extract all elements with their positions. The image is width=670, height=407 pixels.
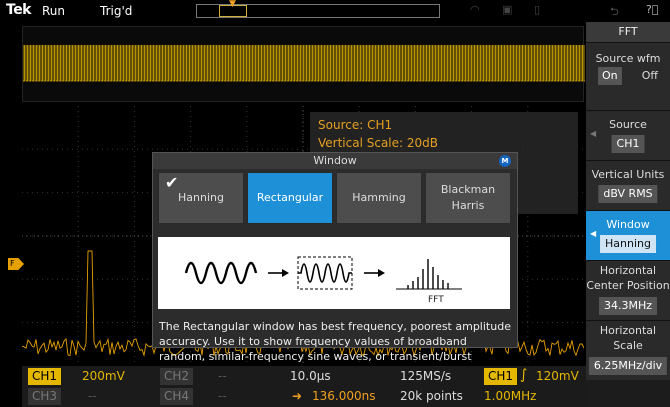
option-label: Hamming bbox=[352, 191, 406, 204]
ch2-value: -- bbox=[218, 369, 227, 383]
menu-source[interactable]: ◀ Source CH1 bbox=[586, 110, 670, 160]
illustration-caption: FFT bbox=[428, 295, 444, 305]
bottom-badge-bar: CH1 200mV CH2 -- CH3 -- CH4 -- 10.0µs 12… bbox=[22, 366, 586, 407]
ch4-value: -- bbox=[218, 389, 227, 403]
fft-spectrum-bars-icon bbox=[407, 259, 449, 289]
ch3-badge[interactable]: CH3 bbox=[28, 388, 62, 405]
fft-vertical-scale-readout: Vertical Scale: 20dB bbox=[318, 136, 438, 150]
menu-horizontal-scale[interactable]: Horizontal Scale 6.25MHz/div bbox=[586, 320, 670, 380]
source-wfm-on-toggle[interactable]: On bbox=[598, 67, 622, 85]
top-right-controls: ⮌ ?⃝ bbox=[586, 0, 670, 22]
window-illustration: FFT bbox=[158, 237, 510, 309]
menu-label: Source bbox=[609, 118, 647, 131]
trigger-level-readout[interactable]: 120mV bbox=[536, 367, 579, 385]
status-bar: Tek Run Trig'd ▼ ◠ ▣ ▯ bbox=[0, 0, 586, 22]
menu-label: Vertical Units bbox=[591, 168, 665, 181]
help-icon[interactable]: ?⃝ bbox=[646, 3, 658, 16]
option-label: Rectangular bbox=[256, 191, 324, 204]
menu-label-line1: Horizontal bbox=[599, 324, 657, 337]
window-dialog: Window M ✔ Hanning Rectangular Hamming B… bbox=[152, 152, 518, 378]
record-view-bar[interactable]: ▼ bbox=[196, 0, 440, 18]
ch1-badge[interactable]: CH1 bbox=[28, 368, 62, 385]
back-arrow-icon[interactable]: ⮌ bbox=[610, 3, 619, 22]
option-label-line1: Blackman bbox=[440, 183, 496, 196]
windowed-burst-icon bbox=[298, 263, 352, 283]
record-length-readout[interactable]: 20k points bbox=[400, 387, 463, 405]
window-option-rectangular[interactable]: Rectangular bbox=[247, 172, 333, 224]
menu-value: CH1 bbox=[611, 135, 645, 153]
arrow-icon bbox=[268, 269, 289, 277]
menu-label-line2: Center Position bbox=[586, 279, 670, 292]
frequency-readout: 1.00MHz bbox=[484, 389, 537, 403]
ch1-scale[interactable]: 200mV bbox=[82, 367, 125, 385]
window-option-blackman-harris[interactable]: Blackman Harris bbox=[425, 172, 511, 224]
trigger-position-marker-icon: ▼ bbox=[229, 0, 236, 9]
ch3-value: -- bbox=[88, 389, 97, 403]
timebase-readout[interactable]: 10.0µs bbox=[290, 367, 331, 385]
menu-horizontal-center-position[interactable]: Horizontal Center Position 34.3MHz bbox=[586, 260, 670, 320]
wifi-icon: ◠ bbox=[470, 3, 480, 16]
lock-icon: ▣ bbox=[502, 3, 513, 16]
menu-value: 34.3MHz bbox=[598, 297, 658, 315]
ch2-badge[interactable]: CH2 bbox=[160, 368, 194, 385]
dialog-title: Window bbox=[153, 153, 517, 169]
option-label-line2: Harris bbox=[451, 199, 485, 212]
menu-label-line1: Horizontal bbox=[599, 264, 657, 277]
sine-wave-icon bbox=[184, 261, 258, 285]
menu-value: Hanning bbox=[600, 235, 656, 253]
run-state[interactable]: Run bbox=[42, 4, 65, 18]
overview-trace-path bbox=[23, 45, 585, 82]
window-illustration-graphic bbox=[184, 256, 462, 290]
menu-vertical-units[interactable]: Vertical Units dBV RMS bbox=[586, 160, 670, 210]
menu-value: dBV RMS bbox=[598, 185, 658, 203]
menu-label-line2: Scale bbox=[613, 339, 643, 352]
overview-waveform-trace bbox=[23, 45, 585, 82]
waveform-overview bbox=[22, 26, 585, 102]
source-wfm-off-toggle[interactable]: Off bbox=[638, 67, 662, 85]
dialog-badge: M bbox=[499, 155, 511, 167]
checkmark-icon: ✔ bbox=[165, 173, 179, 192]
side-menu-title: FFT bbox=[586, 22, 670, 42]
arrow-icon bbox=[364, 269, 385, 277]
usb-icon: ▯ bbox=[534, 3, 541, 16]
trigger-position-readout[interactable]: 136.000ns bbox=[312, 387, 375, 405]
window-option-hanning[interactable]: ✔ Hanning bbox=[158, 172, 244, 224]
system-icons: ◠ ▣ ▯ bbox=[430, 3, 580, 19]
trigger-position-arrow-icon: ➜ bbox=[292, 389, 303, 403]
sample-rate-readout[interactable]: 125MS/s bbox=[400, 367, 451, 385]
window-option-hamming[interactable]: Hamming bbox=[336, 172, 422, 224]
fft-side-menu: FFT Source wfm On Off ◀ Source CH1 Verti… bbox=[586, 22, 670, 407]
trigger-state: Trig'd bbox=[100, 4, 133, 18]
menu-label: Window bbox=[606, 218, 650, 231]
ch4-badge[interactable]: CH4 bbox=[160, 388, 194, 405]
menu-value: 6.25MHz/div bbox=[588, 357, 668, 375]
tek-logo: Tek bbox=[6, 2, 32, 18]
menu-label: Source wfm bbox=[595, 52, 661, 65]
trigger-edge-icon: ∫ bbox=[520, 367, 528, 383]
menu-window[interactable]: ◀ Window Hanning bbox=[586, 210, 670, 260]
fft-source-readout: Source: CH1 bbox=[318, 118, 393, 132]
trigger-source-badge[interactable]: CH1 bbox=[484, 368, 518, 385]
option-label: Hanning bbox=[178, 191, 224, 204]
menu-source-wfm[interactable]: Source wfm On Off bbox=[586, 42, 670, 110]
